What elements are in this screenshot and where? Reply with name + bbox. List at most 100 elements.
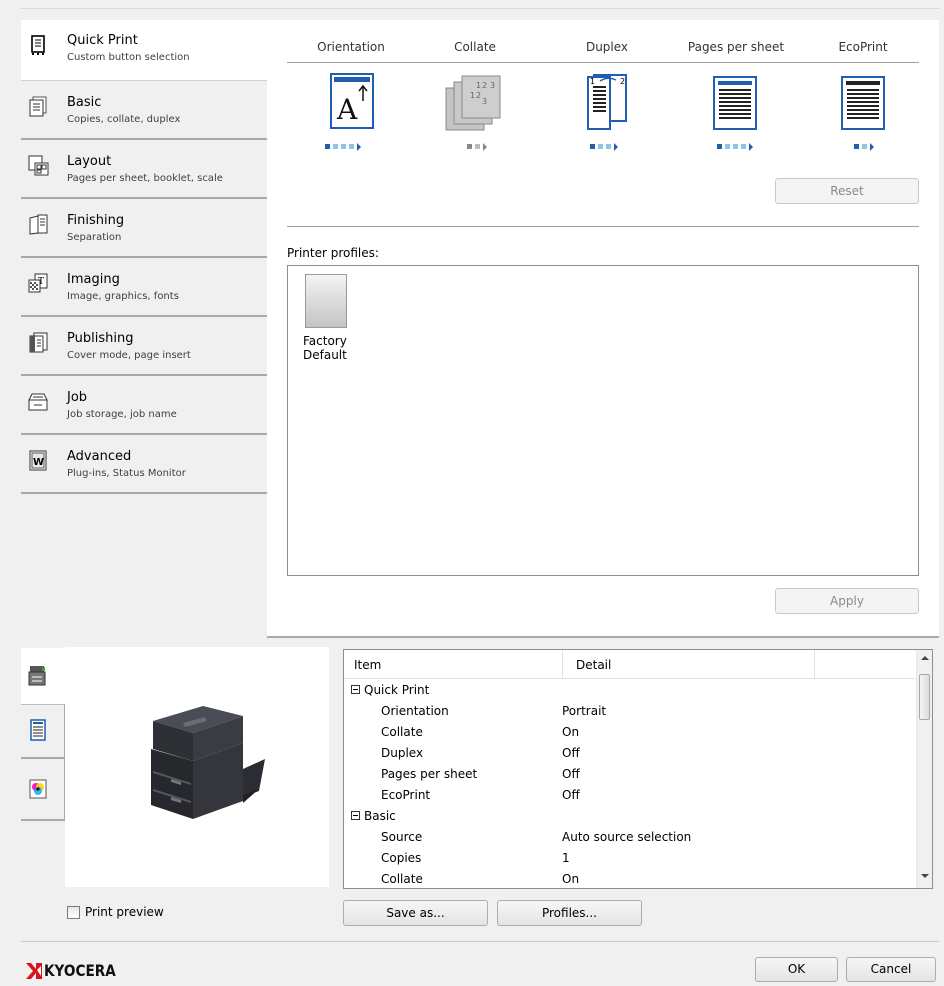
table-row[interactable]: Orientation Portrait: [344, 701, 914, 722]
tab-subtitle: Copies, collate, duplex: [67, 114, 181, 125]
scroll-thumb[interactable]: [919, 674, 930, 720]
row-detail: On: [562, 725, 580, 739]
svg-text:1: 1: [590, 77, 595, 86]
column-divider: [562, 650, 563, 678]
profiles-button[interactable]: Profiles...: [497, 900, 642, 926]
orientation-step-indicator[interactable]: [325, 143, 361, 151]
printer-image: [143, 701, 273, 834]
tab-layout[interactable]: Layout Pages per sheet, booklet, scale: [21, 140, 267, 199]
reset-button[interactable]: Reset: [775, 178, 919, 204]
tab-title: Advanced: [67, 449, 132, 464]
imaging-icon: T: [27, 272, 49, 294]
tab-subtitle: Custom button selection: [67, 52, 190, 63]
row-item: Quick Print: [364, 683, 430, 697]
preview-tab-page[interactable]: [21, 705, 65, 759]
collate-step-indicator[interactable]: [467, 143, 487, 151]
row-item: Duplex: [381, 746, 424, 760]
column-divider: [814, 650, 815, 678]
svg-text:W: W: [33, 457, 44, 468]
tab-title: Basic: [67, 95, 102, 110]
row-detail: 1: [562, 851, 570, 865]
row-detail: Off: [562, 746, 580, 760]
ok-button[interactable]: OK: [755, 957, 838, 982]
table-row[interactable]: Collate On: [344, 722, 914, 743]
column-header-detail[interactable]: Detail: [576, 658, 611, 672]
reset-label: Reset: [830, 184, 864, 198]
table-row[interactable]: Duplex Off: [344, 743, 914, 764]
svg-text:A: A: [336, 93, 358, 126]
tab-title: Finishing: [67, 213, 125, 228]
profile-factory-default[interactable]: Factory Default: [302, 274, 362, 374]
ecoprint-icon[interactable]: [841, 76, 885, 133]
preview-tab-device[interactable]: [21, 648, 65, 705]
tab-advanced[interactable]: W Advanced Plug-ins, Status Monitor: [21, 435, 267, 494]
tab-quick-print[interactable]: Quick Print Custom button selection: [21, 20, 267, 81]
profiles-button-label: Profiles...: [541, 906, 597, 920]
collapse-icon[interactable]: [351, 811, 360, 820]
cancel-label: Cancel: [870, 962, 912, 976]
feature-label-collate: Collate: [454, 40, 496, 54]
row-item: EcoPrint: [381, 788, 431, 802]
tab-imaging[interactable]: T Imaging Image, graphics, fonts: [21, 258, 267, 317]
tab-title: Publishing: [67, 331, 134, 346]
tab-basic[interactable]: Basic Copies, collate, duplex: [21, 81, 267, 140]
finishing-icon: [27, 213, 49, 235]
row-detail: On: [562, 872, 580, 886]
column-header-item[interactable]: Item: [354, 658, 381, 672]
profile-name-line1: Factory: [303, 334, 347, 348]
table-row[interactable]: Collate On: [344, 869, 914, 888]
duplex-step-indicator[interactable]: [590, 143, 618, 151]
svg-text:1: 1: [476, 81, 481, 90]
row-item: Copies: [381, 851, 422, 865]
collapse-icon[interactable]: [351, 685, 360, 694]
table-row-group[interactable]: Basic: [344, 806, 914, 827]
color-icon: [29, 779, 47, 802]
tab-subtitle: Image, graphics, fonts: [67, 291, 179, 302]
print-preview-checkbox[interactable]: [67, 906, 80, 919]
table-row-group[interactable]: Quick Print: [344, 680, 914, 701]
orientation-portrait-icon[interactable]: A: [330, 73, 374, 132]
row-item: Basic: [364, 809, 396, 823]
svg-text:2: 2: [482, 81, 487, 90]
preview-tab-color[interactable]: [21, 759, 65, 821]
scroll-down-icon[interactable]: [921, 874, 929, 878]
table-row[interactable]: Copies 1: [344, 848, 914, 869]
row-detail: Auto source selection: [562, 830, 692, 844]
tab-title: Job: [67, 390, 88, 405]
printer-profiles-list[interactable]: Factory Default: [287, 265, 919, 576]
settings-summary-table[interactable]: Item Detail Quick Print Orientation Portr…: [343, 649, 933, 889]
feature-label-ecoprint: EcoPrint: [838, 40, 888, 54]
quick-print-icon: [27, 34, 49, 56]
tab-publishing[interactable]: Publishing Cover mode, page insert: [21, 317, 267, 376]
printer-profiles-label: Printer profiles:: [287, 246, 379, 260]
table-header: Item Detail: [344, 650, 916, 679]
apply-label: Apply: [830, 594, 864, 608]
cancel-button[interactable]: Cancel: [846, 957, 936, 982]
tab-job[interactable]: Job Job storage, job name: [21, 376, 267, 435]
save-as-button[interactable]: Save as...: [343, 900, 488, 926]
row-detail: Portrait: [562, 704, 607, 718]
pages-per-sheet-icon[interactable]: [713, 76, 757, 133]
tab-subtitle: Job storage, job name: [67, 409, 177, 420]
section-divider: [287, 226, 919, 227]
profile-name-line2: Default: [303, 348, 347, 362]
pages-per-sheet-step-indicator[interactable]: [717, 143, 753, 151]
table-row[interactable]: EcoPrint Off: [344, 785, 914, 806]
row-item: Pages per sheet: [381, 767, 478, 781]
apply-button[interactable]: Apply: [775, 588, 919, 614]
printer-preview-pane: [65, 647, 329, 887]
table-row[interactable]: Pages per sheet Off: [344, 764, 914, 785]
duplex-icon[interactable]: 12: [584, 73, 632, 134]
svg-text:2: 2: [620, 77, 625, 86]
ecoprint-step-indicator[interactable]: [854, 143, 874, 151]
scroll-up-icon[interactable]: [921, 656, 929, 660]
row-item: Collate: [381, 872, 423, 886]
collate-icon[interactable]: 123123: [444, 74, 504, 135]
layout-icon: [27, 154, 49, 176]
job-icon: [27, 390, 49, 412]
svg-text:2: 2: [476, 91, 481, 100]
table-row[interactable]: Source Auto source selection: [344, 827, 914, 848]
table-scrollbar[interactable]: [916, 650, 932, 888]
basic-icon: [27, 95, 49, 117]
tab-finishing[interactable]: Finishing Separation: [21, 199, 267, 258]
